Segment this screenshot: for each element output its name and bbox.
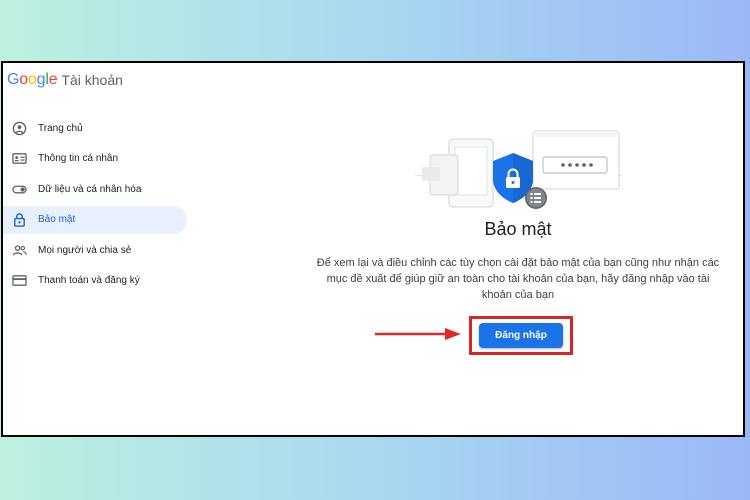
lock-icon — [11, 212, 27, 228]
card-icon — [11, 273, 27, 289]
sidebar-item-home[interactable]: Trang chủ — [3, 114, 187, 142]
logo-letter: e — [48, 71, 58, 88]
sidebar-item-people-sharing[interactable]: Mọi người và chia sẻ — [3, 236, 187, 264]
google-logo[interactable]: Google — [7, 71, 58, 89]
header-title: Tài khoản — [61, 72, 123, 88]
sidebar-item-label: Bảo mật — [38, 214, 76, 225]
sidebar-nav: Trang chủ Thông tin cá nhân Dữ liệu và c… — [3, 114, 187, 297]
sidebar-item-security[interactable]: Bảo mật — [3, 205, 187, 234]
app-header: Google Tài khoản — [7, 69, 123, 91]
description-line: mục đề xuất để giúp giữ an toàn cho tài … — [326, 273, 710, 285]
sidebar-item-label: Mọi người và chia sẻ — [38, 244, 132, 256]
logo-letter: o — [27, 71, 37, 88]
logo-letter: G — [7, 71, 20, 88]
logo-letter: g — [36, 71, 46, 88]
sidebar-item-label: Thanh toán và đăng ký — [38, 275, 140, 286]
sidebar-item-payments[interactable]: Thanh toán và đăng ký — [3, 267, 187, 295]
page-title: Bảo mật — [484, 219, 552, 239]
security-shield-illustration — [415, 130, 621, 209]
description-line: Để xem lại và điều chỉnh các tùy chọn cà… — [316, 257, 720, 269]
sidebar-item-label: Dữ liệu và cá nhân hóa — [38, 183, 142, 195]
login-button[interactable]: Đăng nhập — [479, 323, 563, 348]
home-icon — [11, 120, 27, 136]
sidebar-item-label: Thông tin cá nhân — [38, 153, 119, 164]
description-line: khoản của bạn — [481, 289, 555, 301]
browser-frame: Google Tài khoản Trang chủ Thông tin cá … — [1, 61, 745, 437]
logo-letter: o — [19, 71, 28, 88]
sidebar-item-label: Trang chủ — [38, 122, 83, 134]
id-card-icon — [11, 151, 27, 167]
toggle-icon — [11, 181, 27, 197]
sidebar-item-data-privacy[interactable]: Dữ liệu và cá nhân hóa — [3, 175, 187, 203]
security-description: Để xem lại và điều chỉnh các tùy chọn cà… — [273, 255, 743, 303]
people-icon — [11, 242, 27, 258]
sidebar-item-personal-info[interactable]: Thông tin cá nhân — [3, 145, 187, 173]
pointer-arrow-icon — [375, 328, 461, 340]
